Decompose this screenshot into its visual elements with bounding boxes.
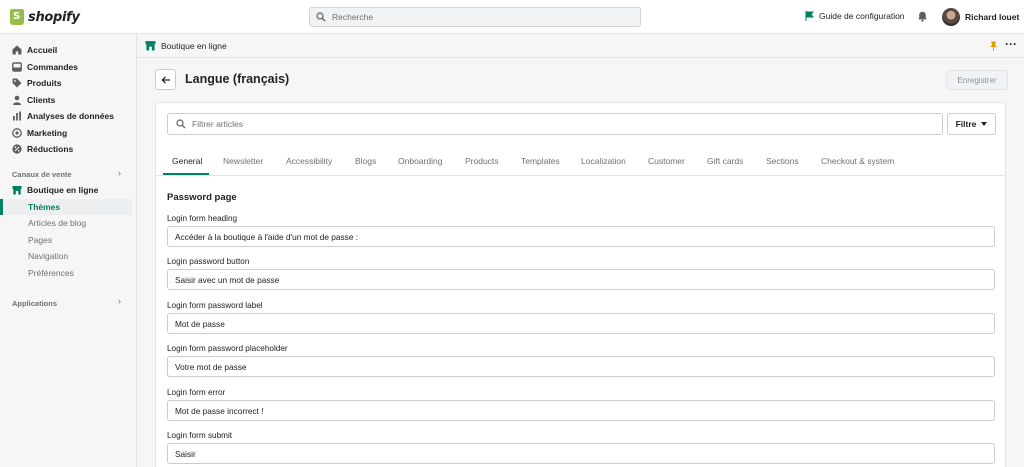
sidebar-subitem-blog-articles[interactable]: Articles de blog (0, 215, 132, 231)
target-icon (12, 128, 22, 138)
sidebar-item-label: Clients (27, 95, 56, 105)
tab-products[interactable]: Products (465, 156, 499, 166)
filter-input[interactable] (192, 119, 892, 129)
chevron-right-icon[interactable]: › (118, 296, 121, 306)
search-icon (176, 119, 186, 129)
page-title: Langue (français) (185, 72, 290, 86)
shopify-logo[interactable]: shopify (10, 9, 80, 25)
sidebar-item-label: Marketing (27, 128, 68, 138)
setup-guide-label: Guide de configuration (819, 11, 905, 21)
tab-localization[interactable]: Localization (581, 156, 626, 166)
login-form-heading-input[interactable] (167, 226, 995, 247)
field-label: Login form heading (167, 214, 238, 223)
tab-sections[interactable]: Sections (766, 156, 799, 166)
sidebar-item-marketing[interactable]: Marketing (0, 125, 137, 141)
translations-card: Filtre General Newsletter Accessibility … (155, 102, 1006, 467)
tab-onboarding[interactable]: Onboarding (398, 156, 442, 166)
sidebar-subitem-themes[interactable]: Thèmes (0, 199, 132, 215)
home-icon (12, 45, 22, 55)
sidebar-subitem-preferences[interactable]: Préférences (0, 265, 132, 281)
tab-general[interactable]: General (172, 156, 202, 166)
store-icon (145, 41, 156, 51)
filter-button[interactable]: Filtre (947, 113, 996, 135)
filter-button-label: Filtre (955, 119, 977, 129)
active-tab-indicator (163, 173, 209, 175)
tab-checkout-system[interactable]: Checkout & system (821, 156, 894, 166)
breadcrumb-label: Boutique en ligne (161, 40, 227, 51)
sidebar-item-label: Analyses de données (27, 111, 114, 121)
chevron-right-icon[interactable]: › (118, 168, 121, 178)
sidebar-item-reductions[interactable]: Réductions (0, 141, 137, 157)
user-menu[interactable]: Richard louet (942, 8, 1019, 26)
sidebar: Accueil Commandes Produits Clients Analy… (0, 34, 137, 467)
global-search[interactable] (309, 7, 641, 27)
field-label: Login password button (167, 257, 250, 266)
sidebar-item-analyses[interactable]: Analyses de données (0, 108, 137, 124)
person-icon (13, 95, 21, 105)
login-form-password-placeholder-input[interactable] (167, 356, 995, 377)
sidebar-item-accueil[interactable]: Accueil (0, 42, 137, 58)
search-input[interactable] (332, 12, 622, 22)
brand-name: shopify (28, 9, 80, 25)
search-icon (316, 12, 326, 22)
avatar (942, 8, 960, 26)
tab-gift-cards[interactable]: Gift cards (707, 156, 743, 166)
breadcrumb[interactable]: Boutique en ligne (145, 40, 227, 51)
tab-newsletter[interactable]: Newsletter (223, 156, 263, 166)
store-icon (12, 186, 22, 195)
sidebar-item-label: Réductions (27, 144, 74, 154)
field-label: Login form password placeholder (167, 344, 288, 353)
field-label: Login form submit (167, 431, 233, 440)
sidebar-item-online-store[interactable]: Boutique en ligne (0, 182, 137, 198)
login-password-button-input[interactable] (167, 269, 995, 290)
save-button[interactable]: Enregistrer (946, 70, 1008, 90)
login-form-password-label-input[interactable] (167, 313, 995, 334)
sidebar-item-label: Accueil (27, 45, 58, 55)
sales-channels-heading: Canaux de vente (12, 170, 72, 179)
setup-guide-button[interactable]: Guide de configuration (805, 11, 905, 21)
top-bar: shopify Guide de configuration Richard l… (0, 0, 1024, 34)
sidebar-item-clients[interactable]: Clients (0, 92, 137, 108)
back-button[interactable] (155, 69, 176, 90)
field-label: Login form password label (167, 301, 263, 310)
caret-down-icon (981, 122, 988, 126)
bar-chart-icon (13, 111, 21, 121)
field-label: Login form error (167, 388, 226, 397)
bell-icon[interactable] (917, 11, 928, 22)
sidebar-item-commandes[interactable]: Commandes (0, 59, 137, 75)
channel-header: Boutique en ligne ··· (137, 34, 1024, 58)
sidebar-item-label: Boutique en ligne (27, 185, 99, 195)
sidebar-subitem-pages[interactable]: Pages (0, 232, 132, 248)
filter-field[interactable] (167, 113, 943, 135)
tab-accessibility[interactable]: Accessibility (286, 156, 332, 166)
sidebar-item-label: Produits (27, 78, 62, 88)
user-name: Richard louet (965, 12, 1020, 22)
section-title: Password page (167, 192, 237, 203)
orders-icon (12, 62, 22, 72)
sidebar-item-produits[interactable]: Produits (0, 75, 137, 91)
more-actions-icon[interactable]: ··· (1005, 37, 1017, 51)
tag-icon (12, 78, 22, 88)
arrow-left-icon (160, 75, 170, 84)
tab-blogs[interactable]: Blogs (355, 156, 376, 166)
login-form-error-input[interactable] (167, 400, 995, 421)
flag-icon (805, 11, 814, 21)
sidebar-item-label: Commandes (27, 62, 79, 72)
login-form-submit-input[interactable] (167, 443, 995, 464)
shopify-bag-icon (10, 9, 24, 25)
tab-bar: General Newsletter Accessibility Blogs O… (156, 147, 1005, 176)
tab-customer[interactable]: Customer (648, 156, 685, 166)
apps-heading: Applications (12, 299, 58, 308)
tab-templates[interactable]: Templates (521, 156, 560, 166)
discount-icon (12, 144, 22, 154)
pin-icon[interactable] (989, 41, 998, 51)
sidebar-subitem-navigation[interactable]: Navigation (0, 248, 132, 264)
